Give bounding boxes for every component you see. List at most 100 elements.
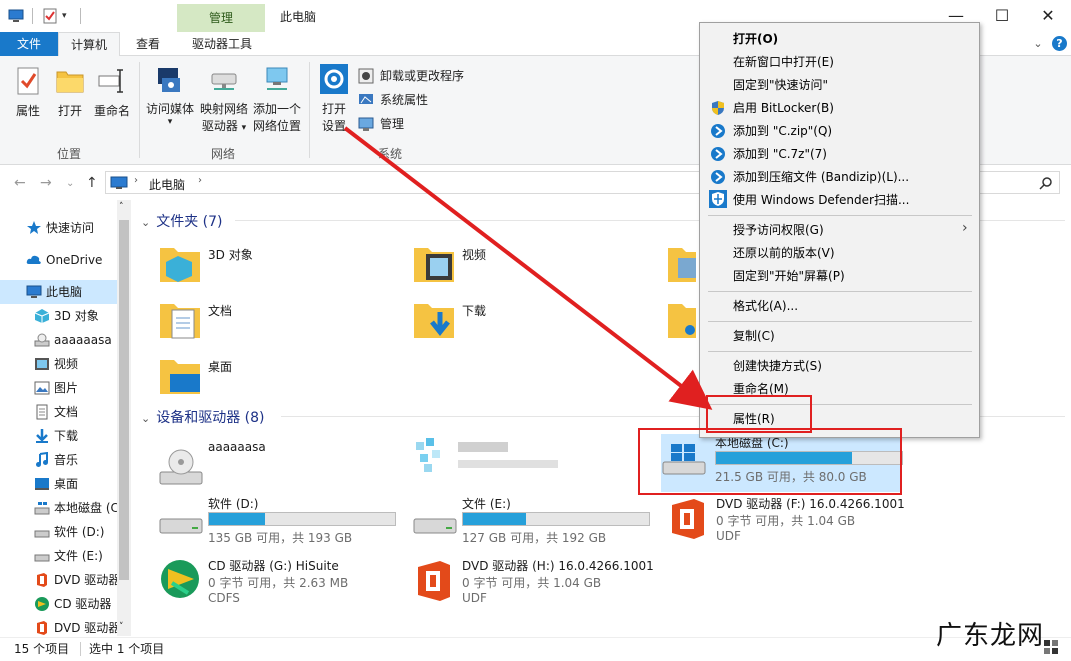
- sidebar-item-label: 此电脑: [46, 285, 83, 299]
- bandizip-icon: [711, 170, 725, 184]
- folder-pictures[interactable]: [666, 242, 696, 294]
- menu-item-create-shortcut[interactable]: 创建快捷方式(S): [733, 355, 822, 377]
- menu-item-restore-versions[interactable]: 还原以前的版本(V): [733, 242, 835, 264]
- system-properties-button[interactable]: 系统属性: [358, 90, 428, 110]
- folder-label: 视频: [462, 248, 487, 262]
- menu-item-bitlocker[interactable]: 启用 BitLocker(B): [733, 97, 834, 119]
- menu-item-open-new-window[interactable]: 在新窗口中打开(E): [733, 51, 834, 73]
- separator: [139, 62, 140, 158]
- back-arrow-icon[interactable]: ←: [14, 175, 26, 191]
- menu-item-grant-access[interactable]: 授予访问权限(G): [733, 219, 824, 241]
- quick-access-dropdown-icon[interactable]: ▾: [62, 8, 78, 24]
- rename-button[interactable]: 重命名: [90, 66, 134, 120]
- sidebar-item-pictures[interactable]: 图片: [34, 376, 117, 400]
- folder-3d-objects[interactable]: 3D 对象: [158, 242, 408, 294]
- breadcrumb-chevron-icon[interactable]: ›: [134, 175, 138, 186]
- menu-item-copy[interactable]: 复制(C): [733, 325, 775, 347]
- folder-document-icon: [160, 304, 200, 339]
- menu-item-add-7z[interactable]: 添加到 "C.7z"(7): [733, 143, 827, 165]
- sidebar-item-label: DVD 驱动器: [54, 573, 117, 587]
- tab-computer[interactable]: 计算机: [58, 32, 120, 57]
- sidebar-item-cd-g[interactable]: CD 驱动器: [34, 592, 117, 616]
- map-network-drive-button[interactable]: 映射网络 驱动器 ▾: [198, 64, 250, 137]
- sidebar-item-documents[interactable]: 文档: [34, 400, 117, 424]
- open-label: 打开: [57, 104, 82, 118]
- sidebar-item-drive-e[interactable]: 文件 (E:): [34, 544, 117, 568]
- help-icon[interactable]: ?: [1052, 36, 1067, 51]
- drive-d[interactable]: 软件 (D:) 135 GB 可用，共 193 GB: [158, 495, 408, 553]
- drive-cd-g[interactable]: CD 驱动器 (G:) HiSuite 0 字节 可用，共 2.63 MB CD…: [158, 557, 408, 615]
- menu-item-add-archive[interactable]: 添加到压缩文件 (Bandizip)(L)...: [733, 166, 909, 188]
- folder-videos[interactable]: 视频: [412, 242, 662, 294]
- folder-music[interactable]: [666, 298, 696, 350]
- menu-separator: [708, 321, 972, 322]
- sidebar-item-label: 桌面: [54, 477, 79, 491]
- menu-item-add-zip[interactable]: 添加到 "C.zip"(Q): [733, 120, 832, 142]
- properties-button[interactable]: 属性: [8, 66, 48, 120]
- sidebar-item-drive-d[interactable]: 软件 (D:): [34, 520, 117, 544]
- sidebar-item-downloads[interactable]: 下载: [34, 424, 117, 448]
- drive-aaaaaasa[interactable]: aaaaaasa: [158, 440, 408, 498]
- add-network-location-button[interactable]: 添加一个 网络位置: [250, 64, 304, 135]
- sidebar-item-music[interactable]: 音乐: [34, 448, 117, 472]
- sidebar-item-3d-objects[interactable]: 3D 对象: [34, 304, 117, 328]
- menu-item-defender-scan[interactable]: 使用 Windows Defender扫描...: [733, 189, 909, 211]
- menu-item-pin-start[interactable]: 固定到"开始"屏幕(P): [733, 265, 845, 287]
- tab-drive-tools[interactable]: 驱动器工具: [180, 32, 264, 56]
- uninstall-program-button[interactable]: 卸载或更改程序: [358, 66, 464, 86]
- separator: [80, 8, 81, 24]
- sidebar-scrollbar[interactable]: ˄ ˅: [117, 200, 131, 636]
- cloud-icon: [26, 255, 41, 264]
- drive-usage-fill: [209, 513, 265, 525]
- menu-item-pin-quick-access[interactable]: 固定到"快速访问": [733, 74, 828, 96]
- sidebar-item-local-disk-c[interactable]: 本地磁盘 (C: [34, 496, 117, 520]
- menu-item-format[interactable]: 格式化(A)...: [733, 295, 798, 317]
- scroll-down-icon[interactable]: ˅: [119, 622, 124, 632]
- properties-quick-icon[interactable]: [42, 8, 58, 24]
- desktop-icon: [35, 478, 49, 490]
- uninstall-icon: [358, 68, 374, 84]
- scrollbar-thumb[interactable]: [119, 220, 129, 580]
- folder-video-icon: [414, 248, 454, 282]
- breadcrumb-chevron-icon[interactable]: ›: [198, 175, 202, 186]
- recent-dropdown-icon[interactable]: ⌄: [66, 178, 74, 189]
- menu-item-open[interactable]: 打开(O): [733, 28, 778, 50]
- forward-arrow-icon[interactable]: →: [40, 175, 52, 191]
- highlight-box-drive-c: [638, 428, 902, 495]
- drive-blurred[interactable]: [414, 434, 664, 492]
- devices-section-header[interactable]: ⌄ 设备和驱动器 (8): [141, 407, 265, 427]
- access-media-button[interactable]: 访问媒体 ▾: [144, 64, 196, 127]
- sidebar-item-desktop[interactable]: 桌面: [34, 472, 117, 496]
- sidebar-item-videos[interactable]: 视频: [34, 352, 117, 376]
- drive-dvd-f[interactable]: DVD 驱动器 (F:) 16.0.4266.1001 0 字节 可用，共 1.…: [666, 495, 966, 553]
- drive-e[interactable]: 文件 (E:) 127 GB 可用，共 192 GB: [412, 495, 662, 553]
- tab-manage[interactable]: 管理: [177, 4, 265, 32]
- watermark: 广东龙网: [936, 621, 1045, 651]
- sidebar-item-this-pc[interactable]: 此电脑: [0, 280, 117, 304]
- tab-file[interactable]: 文件: [0, 32, 58, 56]
- sidebar-item-quick-access[interactable]: 快速访问: [26, 216, 118, 240]
- sidebar-item-onedrive[interactable]: OneDrive: [26, 248, 118, 272]
- folder-documents[interactable]: 文档: [158, 298, 408, 350]
- gear-icon: [320, 64, 348, 94]
- manage-button[interactable]: 管理: [358, 114, 404, 134]
- folder-downloads[interactable]: 下载: [412, 298, 662, 350]
- ribbon-expand-icon[interactable]: ⌄: [1030, 36, 1046, 52]
- sidebar-item-label: DVD 驱动器: [54, 621, 117, 635]
- drive-dvd-h[interactable]: DVD 驱动器 (H:) 16.0.4266.1001 0 字节 可用，共 1.…: [412, 557, 662, 615]
- breadcrumb-this-pc[interactable]: 此电脑: [149, 176, 185, 193]
- up-arrow-icon[interactable]: ↑: [86, 175, 98, 191]
- search-icon[interactable]: [1039, 176, 1053, 190]
- maximize-button[interactable]: ☐: [979, 0, 1025, 32]
- sidebar-item-dvd-f[interactable]: DVD 驱动器: [34, 568, 117, 592]
- folder-desktop[interactable]: 桌面: [158, 354, 408, 406]
- tab-view[interactable]: 查看: [124, 32, 172, 56]
- folders-section-header[interactable]: ⌄ 文件夹 (7): [141, 211, 223, 231]
- scroll-up-icon[interactable]: ˄: [119, 202, 124, 212]
- close-button[interactable]: ✕: [1025, 0, 1071, 32]
- sidebar-item-aaaaaasa[interactable]: aaaaaasa: [34, 328, 117, 352]
- open-button[interactable]: 打开: [50, 66, 90, 120]
- open-settings-button[interactable]: 打开 设置: [314, 64, 354, 135]
- computer-icon[interactable]: [8, 8, 24, 24]
- music-icon: [36, 452, 48, 467]
